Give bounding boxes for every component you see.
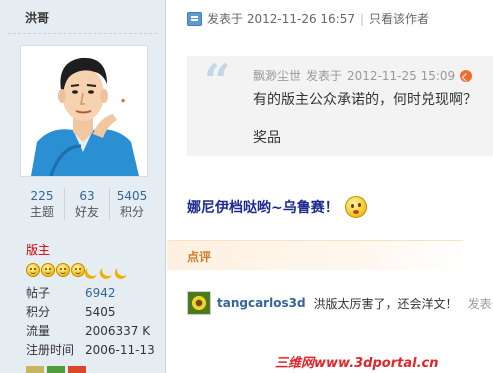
commenter-username[interactable]: tangcarlos3d: [217, 296, 306, 310]
post-body: 娜尼伊档哒哟~乌鲁赛！: [187, 196, 367, 218]
info-row-register-date: 注册时间 2006-11-13: [26, 343, 155, 357]
user-rank: 版主: [26, 243, 51, 257]
quote-block: “ 飘渺尘世 发表于 2012-11-25 15:09 有的版主公众承诺的，何时…: [187, 56, 493, 156]
medal-icon[interactable]: [26, 366, 44, 373]
quote-posted-prefix: 发表于: [306, 69, 343, 83]
emoticon-icon: [344, 196, 367, 218]
online-status-icon: [187, 11, 202, 26]
comment-text: 洪版太厉害了，还会洋文！: [313, 296, 458, 311]
medals: [26, 366, 86, 373]
quote-time: 2012-11-25 15:09: [347, 68, 456, 83]
author-profile-panel: 洪哥 225 主题 63 好友 5405 积分 版主 帖子 6942 积分 54…: [0, 0, 166, 373]
post-content: 发表于 2012-11-26 16:57 | 只看该作者 “ 飘渺尘世 发表于 …: [167, 0, 493, 373]
stat-threads[interactable]: 225 主题: [20, 188, 65, 220]
moon-icon: [86, 263, 100, 277]
stat-points[interactable]: 5405 积分: [110, 188, 154, 220]
meta-separator: |: [359, 11, 365, 26]
moon-icon: [116, 263, 130, 277]
quote-header: 飘渺尘世 发表于 2012-11-25 15:09: [253, 67, 473, 84]
moon-icon: [101, 263, 115, 277]
info-row-points: 积分 5405: [26, 305, 116, 319]
post-meta: 发表于 2012-11-26 16:57 | 只看该作者: [187, 10, 429, 27]
commenter-avatar[interactable]: [187, 291, 211, 315]
smiley-icon: [56, 263, 70, 277]
jump-to-post-icon[interactable]: [460, 69, 473, 82]
author-stats: 225 主题 63 好友 5405 积分: [20, 188, 154, 220]
smiley-icon: [41, 263, 55, 277]
medal-icon[interactable]: [47, 366, 65, 373]
smiley-icon: [71, 263, 85, 277]
author-username[interactable]: 洪哥: [25, 9, 49, 26]
rank-stars: [26, 263, 130, 277]
medal-icon[interactable]: [68, 366, 86, 373]
smiley-icon: [26, 263, 40, 277]
posted-time: 2012-11-26 16:57: [246, 11, 355, 26]
comment-time-prefix: 发表于: [467, 296, 493, 311]
info-row-posts: 帖子 6942: [26, 286, 116, 300]
stat-friends[interactable]: 63 好友: [65, 188, 110, 220]
info-row-traffic: 流量 2006337 K: [26, 324, 151, 338]
watermark: 三维网www.3dportal.cn: [275, 356, 439, 371]
review-title: 点评: [187, 250, 212, 264]
review-comment: tangcarlos3d 洪版太厉害了，还会洋文！ 发表于: [187, 291, 493, 315]
quote-text: 有的版主公众承诺的，何时兑现啊？: [253, 92, 477, 108]
author-info: 帖子 6942 积分 5405 流量 2006337 K 注册时间 2006-1…: [26, 284, 155, 360]
review-section-header: 点评: [167, 240, 463, 270]
divider: [8, 33, 157, 34]
quote-mark-icon: “: [204, 54, 231, 108]
quote-author: 飘渺尘世: [253, 69, 302, 83]
quote-text-second-line: 奖品: [253, 130, 281, 146]
only-author-link[interactable]: 只看该作者: [369, 10, 429, 27]
posted-prefix: 发表于: [207, 12, 244, 26]
avatar[interactable]: [20, 45, 148, 177]
post-body-text: 娜尼伊档哒哟~乌鲁赛！: [187, 200, 339, 216]
